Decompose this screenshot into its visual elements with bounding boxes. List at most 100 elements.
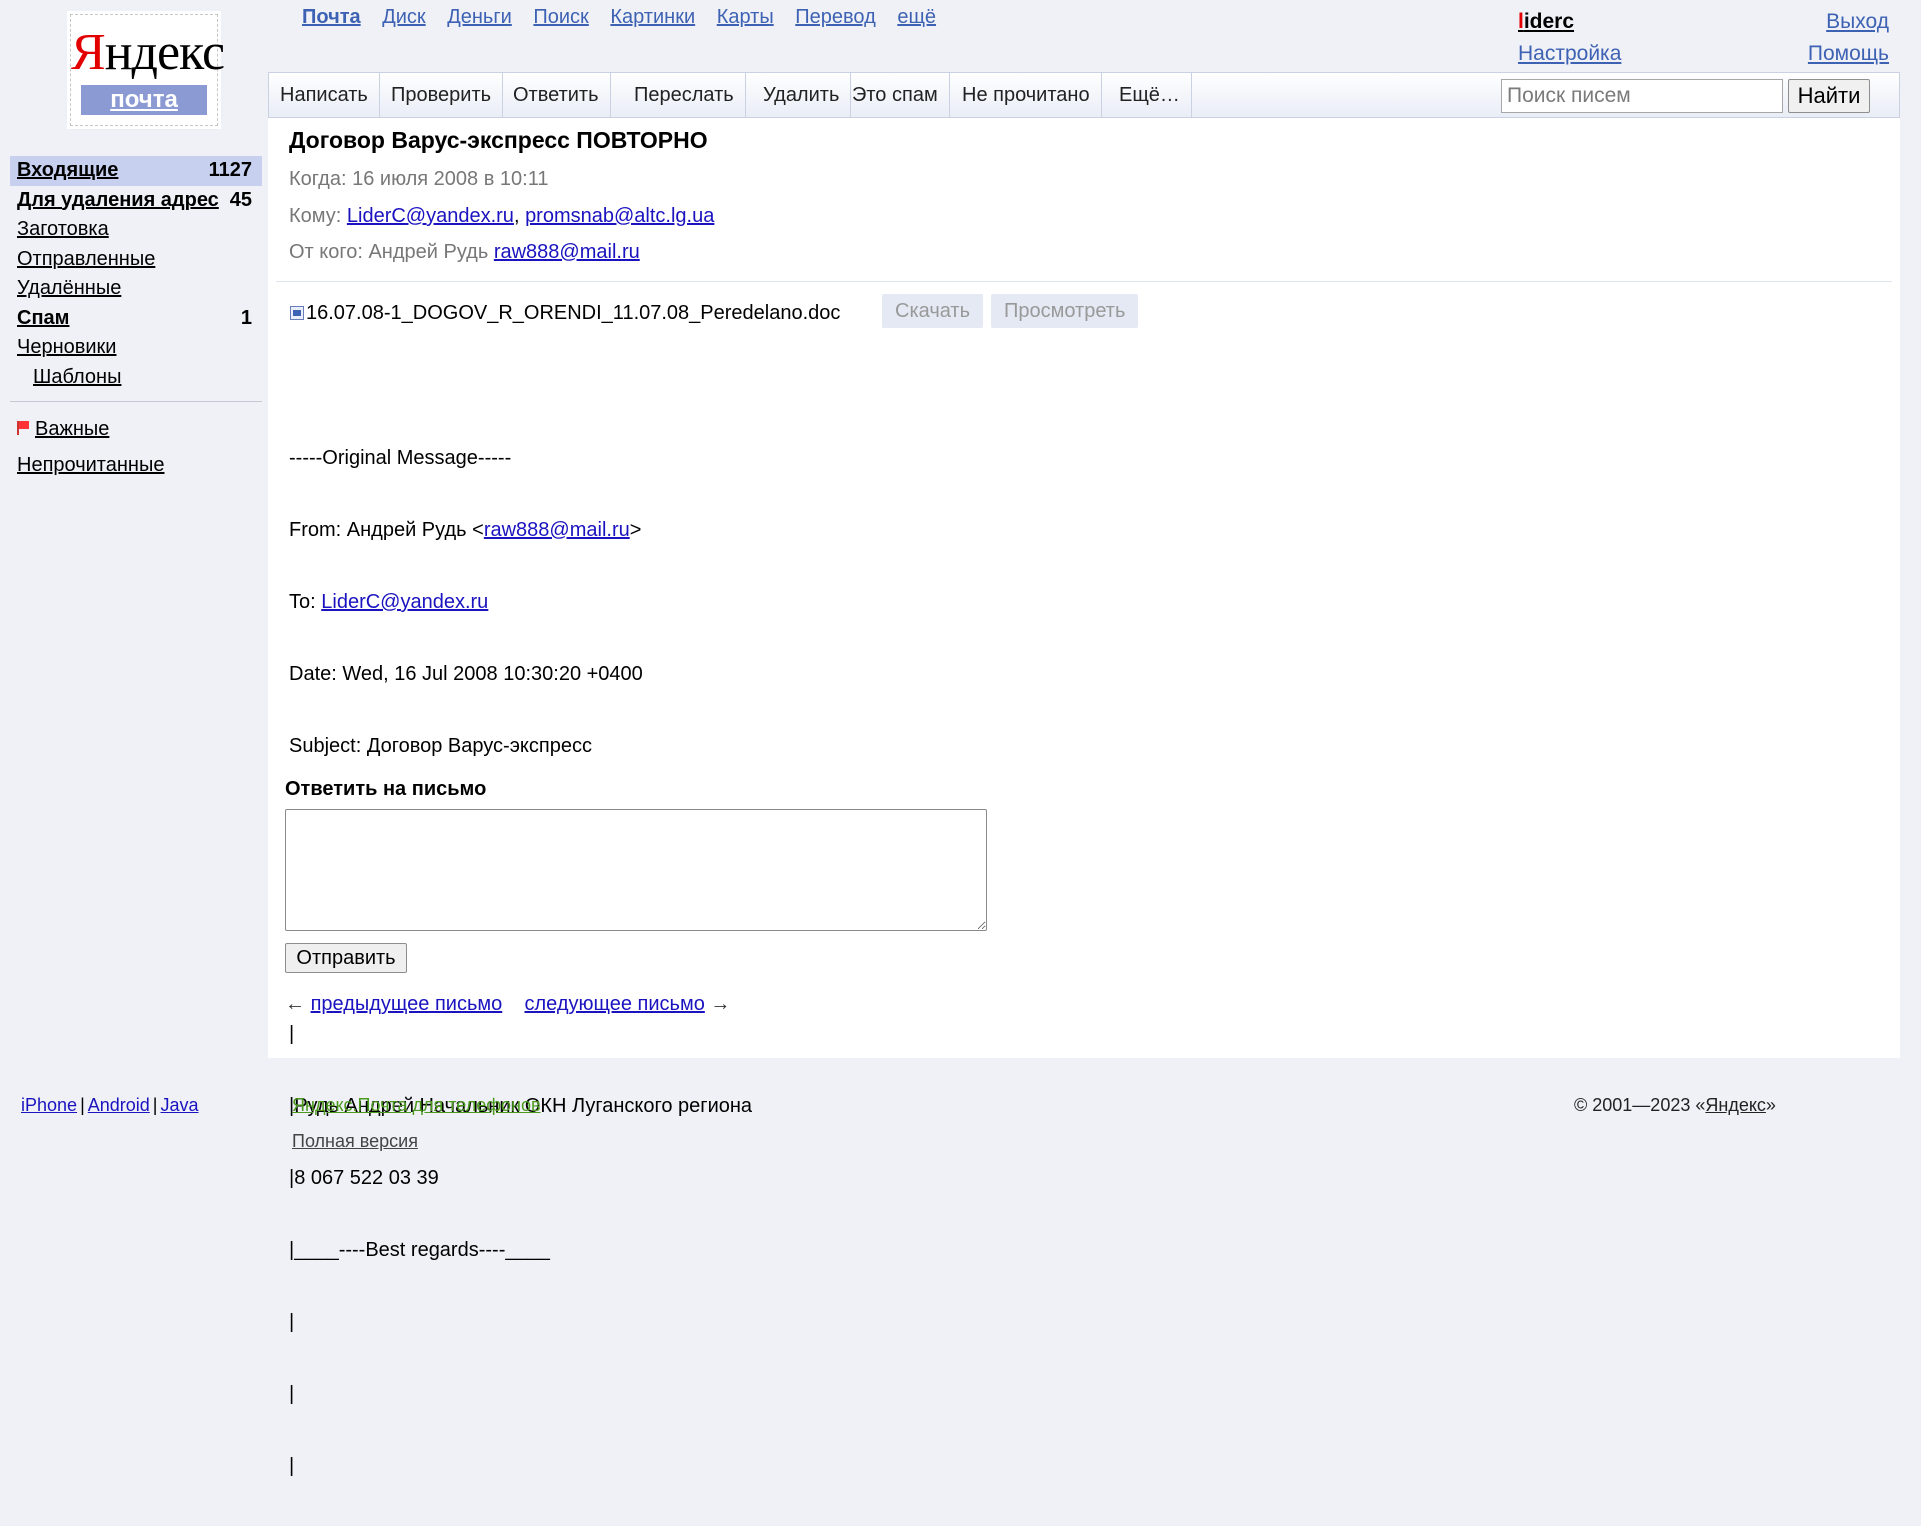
left-arrow-icon: ← — [285, 993, 305, 1015]
folder-templates[interactable]: Шаблоны — [10, 363, 262, 393]
recipient-email[interactable]: promsnab@altc.lg.ua — [525, 205, 714, 227]
mobile-mail-link[interactable]: Яндекс.Почта для телефонов — [292, 1095, 541, 1116]
body-to-email[interactable]: LiderC@yandex.ru — [321, 591, 488, 613]
sidebar-divider — [10, 401, 262, 402]
download-button[interactable]: Скачать — [882, 294, 983, 328]
user-area: liderc Настройка — [1518, 6, 1621, 70]
from-label: От кого: — [289, 241, 363, 263]
important-filter[interactable]: Важные — [17, 418, 109, 441]
help-link[interactable]: Помощь — [1808, 42, 1889, 65]
logo-first-letter: Я — [71, 24, 106, 81]
service-money[interactable]: Деньги — [447, 6, 512, 28]
body-line: | — [289, 1311, 295, 1333]
folder-template-draft[interactable]: Заготовка — [10, 215, 262, 245]
compose-button[interactable]: Написать — [269, 73, 380, 117]
user-right-links: Выход Помощь — [1808, 6, 1889, 70]
body-line: Date: Wed, 16 Jul 2008 10:30:20 +0400 — [289, 663, 643, 685]
yandex-link[interactable]: Яндекс — [1705, 1095, 1766, 1115]
copyright: © 2001—2023 «Яндекс» — [1574, 1095, 1776, 1115]
to-label: Кому: — [289, 205, 342, 227]
folder-deleted-label: Удалённые — [17, 277, 122, 299]
attachment[interactable]: 16.07.08-1_DOGOV_R_ORENDI_11.07.08_Pered… — [290, 296, 840, 330]
service-images[interactable]: Картинки — [610, 6, 695, 28]
footer-apps: iPhone | Android | Java — [21, 1095, 199, 1115]
full-version-link[interactable]: Полная версия — [292, 1131, 418, 1152]
body-line: |____----Best regards----____ — [289, 1239, 550, 1261]
service-search[interactable]: Поиск — [533, 6, 588, 28]
logo-rest: ндекс — [104, 24, 225, 81]
folder-drafts-label: Черновики — [17, 336, 117, 358]
delete-button[interactable]: Удалить — [752, 73, 852, 117]
message-panel: Договор Варус-экспресс ПОВТОРНО Когда: 1… — [268, 118, 1900, 1477]
forward-button[interactable]: Переслать — [623, 73, 746, 117]
check-mail-button[interactable]: Проверить — [380, 73, 504, 117]
java-app-link[interactable]: Java — [160, 1095, 198, 1115]
user-login[interactable]: liderc — [1518, 10, 1574, 33]
service-more[interactable]: ещё — [897, 6, 936, 28]
folder-for-deletion-label: Для удаления адрес — [17, 188, 219, 211]
doc-file-icon — [290, 306, 304, 320]
folder-inbox[interactable]: Входящие 1127 — [10, 156, 262, 186]
folder-template-draft-label: Заготовка — [17, 218, 109, 240]
yandex-mail-logo[interactable]: Яндекс почта — [70, 14, 225, 126]
service-disk[interactable]: Диск — [382, 6, 425, 28]
spam-button[interactable]: Это спам — [841, 73, 950, 117]
folder-for-deletion-count: 45 — [229, 188, 252, 211]
search-button[interactable]: Найти — [1788, 79, 1870, 113]
folder-for-deletion[interactable]: Для удаления адрес 45 — [10, 186, 262, 216]
message-date: Когда: 16 июля 2008 в 10:11 — [289, 168, 548, 191]
settings-link[interactable]: Настройка — [1518, 42, 1621, 65]
folder-spam[interactable]: Спам 1 — [10, 304, 262, 334]
more-actions-button[interactable]: Ещё… — [1108, 73, 1192, 117]
logo-mail-label[interactable]: почта — [81, 85, 207, 115]
unread-filter[interactable]: Непрочитанные — [17, 454, 164, 477]
flag-icon — [17, 421, 29, 435]
body-line: | — [289, 1023, 295, 1045]
body-line: Subject: Договор Варус-экспресс — [289, 735, 592, 757]
important-label: Важные — [35, 418, 110, 440]
service-translate[interactable]: Перевод — [795, 6, 876, 28]
body-line: To: LiderC@yandex.ru — [289, 591, 489, 613]
body-line: |8 067 522 03 39 — [289, 1167, 439, 1189]
message-sender: От кого: Андрей Рудь raw888@mail.ru — [289, 241, 640, 264]
folder-inbox-label: Входящие — [17, 159, 119, 181]
next-message-link[interactable]: следующее письмо — [524, 993, 704, 1015]
folder-sent[interactable]: Отправленные — [10, 245, 262, 275]
folder-templates-label: Шаблоны — [33, 365, 122, 388]
previous-message-link[interactable]: предыдущее письмо — [311, 993, 503, 1015]
body-from-email[interactable]: raw888@mail.ru — [484, 519, 630, 541]
services-nav: Почта Диск Деньги Поиск Картинки Карты П… — [302, 6, 952, 29]
recipient-email[interactable]: LiderC@yandex.ru — [347, 205, 514, 227]
logo-wordmark: Яндекс — [71, 24, 225, 81]
reply-heading: Ответить на письмо — [285, 778, 487, 800]
service-maps[interactable]: Карты — [717, 6, 774, 28]
send-button[interactable]: Отправить — [285, 943, 407, 973]
folder-drafts[interactable]: Черновики — [10, 333, 262, 363]
body-line: | — [289, 1383, 295, 1405]
logout-link[interactable]: Выход — [1826, 10, 1889, 33]
folder-spam-count: 1 — [240, 306, 252, 329]
reply-button[interactable]: Ответить — [502, 73, 611, 117]
when-value: 16 июля 2008 в 10:11 — [352, 168, 549, 190]
view-button[interactable]: Просмотреть — [991, 294, 1139, 328]
mobile-mail-label: Яндекс.Почта для телефонов — [292, 1095, 541, 1115]
unread-label: Непрочитанные — [17, 454, 165, 476]
sender-name: Андрей Рудь — [368, 241, 489, 263]
search-input[interactable] — [1501, 79, 1783, 113]
right-arrow-icon: → — [710, 993, 731, 1015]
header-divider — [276, 281, 1892, 282]
folder-deleted[interactable]: Удалённые — [10, 274, 262, 304]
reply-textarea[interactable] — [285, 809, 987, 931]
message-navigation: ← предыдущее письмо следующее письмо → — [285, 993, 730, 1016]
folder-sent-label: Отправленные — [17, 247, 156, 270]
message-subject: Договор Варус-экспресс ПОВТОРНО — [289, 127, 708, 153]
sender-email[interactable]: raw888@mail.ru — [494, 241, 640, 263]
service-mail[interactable]: Почта — [302, 6, 361, 28]
mark-unread-button[interactable]: Не прочитано — [951, 73, 1102, 117]
folder-list: Входящие 1127 Для удаления адрес 45 Заго… — [10, 156, 262, 392]
iphone-app-link[interactable]: iPhone — [21, 1095, 77, 1115]
when-label: Когда: — [289, 168, 347, 190]
folder-inbox-count: 1127 — [208, 159, 252, 181]
android-app-link[interactable]: Android — [88, 1095, 150, 1115]
body-line: From: Андрей Рудь <raw888@mail.ru> — [289, 519, 642, 541]
